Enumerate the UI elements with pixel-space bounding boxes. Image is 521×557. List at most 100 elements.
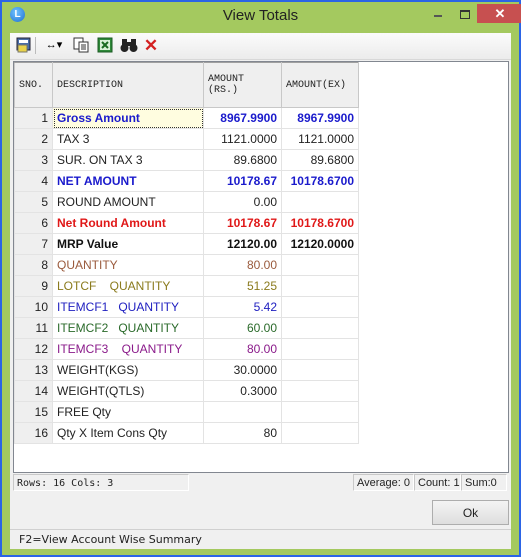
row-amount-ex[interactable] [281,338,359,360]
header-description[interactable]: DESCRIPTION [52,62,204,108]
row-amount-ex[interactable] [281,380,359,402]
row-number[interactable]: 6 [14,212,53,234]
row-amount-ex[interactable]: 8967.9900 [281,107,359,129]
table-row[interactable]: 14 WEIGHT(QTLS) 0.3000 [14,380,359,402]
header-sno[interactable]: SNO. [14,62,53,108]
row-amount-rs[interactable]: 60.00 [203,317,282,339]
row-amount-ex[interactable]: 89.6800 [281,149,359,171]
row-amount-rs[interactable]: 10178.67 [203,212,282,234]
column-width-icon[interactable]: ↔▾ [40,37,68,54]
footer-hint: F2=View Account Wise Summary [19,533,202,546]
header-amount-ex[interactable]: AMOUNT(EX) [281,62,359,108]
row-amount-rs[interactable]: 80.00 [203,254,282,276]
row-amount-rs[interactable]: 0.00 [203,191,282,213]
totals-table: SNO. DESCRIPTION AMOUNT (RS.) AMOUNT(EX) … [14,62,359,444]
row-amount-rs[interactable]: 5.42 [203,296,282,318]
row-amount-ex[interactable] [281,317,359,339]
view-totals-window: L View Totals ✕ ↔▾ ✕ SNO. DESCRIPTION AM… [2,2,521,555]
row-amount-rs[interactable]: 51.25 [203,275,282,297]
row-description[interactable]: WEIGHT(QTLS) [52,380,204,402]
table-row[interactable]: 6 Net Round Amount 10178.67 10178.6700 [14,212,359,234]
row-description[interactable]: ROUND AMOUNT [52,191,204,213]
row-amount-rs[interactable]: 8967.9900 [203,107,282,129]
row-number[interactable]: 3 [14,149,53,171]
row-amount-ex[interactable]: 1121.0000 [281,128,359,150]
row-amount-ex[interactable]: 10178.6700 [281,212,359,234]
table-row[interactable]: 9 LOTCF QUANTITY 51.25 [14,275,359,297]
row-number[interactable]: 4 [14,170,53,192]
table-row[interactable]: 1 Gross Amount 8967.9900 8967.9900 [14,107,359,129]
save-layout-icon[interactable] [15,37,32,54]
row-number[interactable]: 9 [14,275,53,297]
row-number[interactable]: 12 [14,338,53,360]
table-row[interactable]: 10 ITEMCF1 QUANTITY 5.42 [14,296,359,318]
row-description[interactable]: ITEMCF1 QUANTITY [52,296,204,318]
row-description[interactable]: Net Round Amount [52,212,204,234]
row-number[interactable]: 15 [14,401,53,423]
row-number[interactable]: 2 [14,128,53,150]
row-number[interactable]: 5 [14,191,53,213]
row-description[interactable]: ITEMCF3 QUANTITY [52,338,204,360]
table-row[interactable]: 13 WEIGHT(KGS) 30.0000 [14,359,359,381]
row-amount-rs[interactable]: 1121.0000 [203,128,282,150]
row-amount-ex[interactable]: 12120.0000 [281,233,359,255]
row-amount-ex[interactable]: 10178.6700 [281,170,359,192]
table-row[interactable]: 7 MRP Value 12120.00 12120.0000 [14,233,359,255]
row-number[interactable]: 1 [14,107,53,129]
table-row[interactable]: 5 ROUND AMOUNT 0.00 [14,191,359,213]
ok-button[interactable]: Ok [432,500,509,525]
table-row[interactable]: 15 FREE Qty [14,401,359,423]
row-description[interactable]: TAX 3 [52,128,204,150]
rows-cols-status: Rows: 16 Cols: 3 [13,474,189,491]
row-description[interactable]: NET AMOUNT [52,170,204,192]
title-bar[interactable]: L View Totals ✕ [2,2,521,28]
row-number[interactable]: 10 [14,296,53,318]
table-row[interactable]: 2 TAX 3 1121.0000 1121.0000 [14,128,359,150]
row-amount-rs[interactable]: 12120.00 [203,233,282,255]
row-number[interactable]: 8 [14,254,53,276]
row-amount-ex[interactable] [281,254,359,276]
row-description[interactable]: ITEMCF2 QUANTITY [52,317,204,339]
row-amount-rs[interactable]: 10178.67 [203,170,282,192]
header-amount-rs[interactable]: AMOUNT (RS.) [203,62,282,108]
table-row[interactable]: 8 QUANTITY 80.00 [14,254,359,276]
row-amount-ex[interactable] [281,296,359,318]
row-amount-rs[interactable]: 30.0000 [203,359,282,381]
close-button[interactable]: ✕ [477,4,521,23]
row-description[interactable]: Qty X Item Cons Qty [52,422,204,444]
row-description[interactable]: SUR. ON TAX 3 [52,149,204,171]
row-amount-ex[interactable] [281,191,359,213]
totals-grid[interactable]: SNO. DESCRIPTION AMOUNT (RS.) AMOUNT(EX) … [13,61,509,473]
row-number[interactable]: 16 [14,422,53,444]
row-amount-ex[interactable] [281,401,359,423]
row-number[interactable]: 11 [14,317,53,339]
row-description[interactable]: MRP Value [52,233,204,255]
table-row[interactable]: 12 ITEMCF3 QUANTITY 80.00 [14,338,359,360]
row-amount-ex[interactable] [281,359,359,381]
minimize-button[interactable] [425,4,451,22]
row-amount-rs[interactable]: 80 [203,422,282,444]
row-number[interactable]: 13 [14,359,53,381]
excel-icon[interactable] [96,37,113,54]
row-amount-rs[interactable] [203,401,282,423]
row-amount-rs[interactable]: 80.00 [203,338,282,360]
row-amount-ex[interactable] [281,422,359,444]
row-amount-ex[interactable] [281,275,359,297]
maximize-button[interactable] [452,4,478,22]
row-description[interactable]: Gross Amount [52,107,204,129]
row-amount-rs[interactable]: 0.3000 [203,380,282,402]
find-icon[interactable] [120,37,138,54]
table-row[interactable]: 11 ITEMCF2 QUANTITY 60.00 [14,317,359,339]
row-description[interactable]: WEIGHT(KGS) [52,359,204,381]
table-row[interactable]: 3 SUR. ON TAX 3 89.6800 89.6800 [14,149,359,171]
close-red-x-icon[interactable]: ✕ [143,37,159,54]
row-description[interactable]: LOTCF QUANTITY [52,275,204,297]
row-amount-rs[interactable]: 89.6800 [203,149,282,171]
table-row[interactable]: 16 Qty X Item Cons Qty 80 [14,422,359,444]
row-description[interactable]: QUANTITY [52,254,204,276]
table-row[interactable]: 4 NET AMOUNT 10178.67 10178.6700 [14,170,359,192]
row-number[interactable]: 14 [14,380,53,402]
copy-icon[interactable] [72,37,89,54]
row-description[interactable]: FREE Qty [52,401,204,423]
row-number[interactable]: 7 [14,233,53,255]
